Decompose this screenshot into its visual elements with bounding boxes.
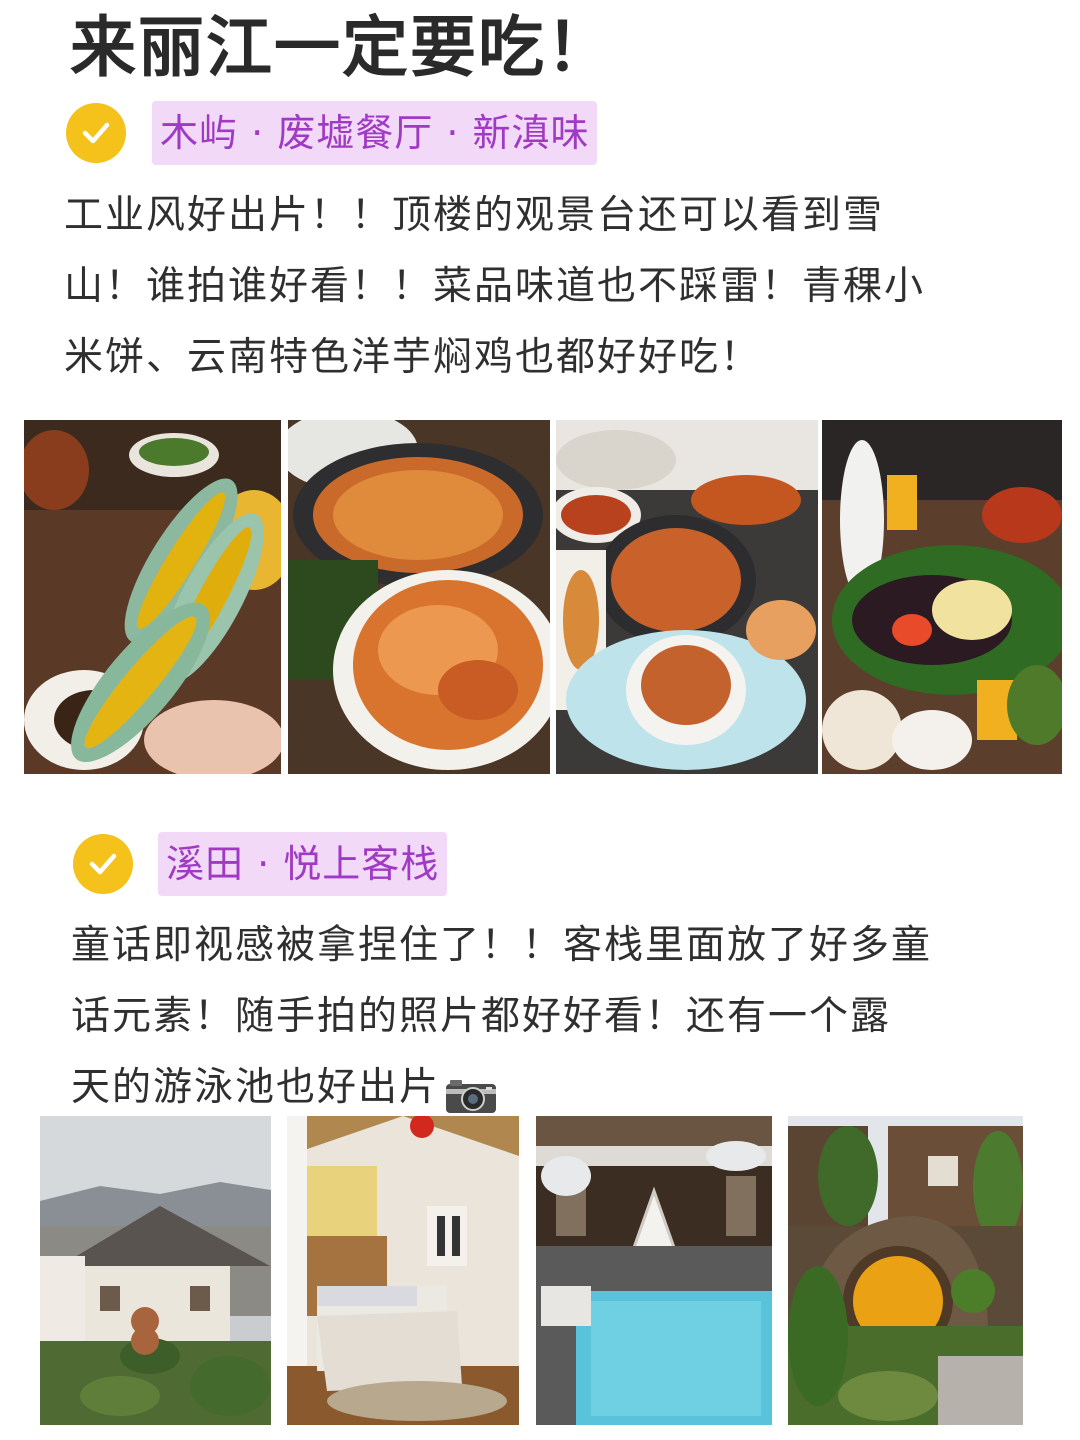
description-line: 米饼、云南特色洋芋焖鸡也都好好吃！ bbox=[64, 335, 762, 380]
section-tag-inn: 溪田 · 悦上客栈 bbox=[158, 832, 448, 896]
page-title: 来丽江一定要吃！ bbox=[70, 9, 614, 86]
photo-table-dishes[interactable] bbox=[556, 420, 818, 774]
description-line: 工业风好出片！！顶楼的观景台还可以看到雪 bbox=[64, 193, 885, 238]
photo-potato-chicken-wok[interactable] bbox=[288, 420, 550, 774]
check-icon bbox=[66, 103, 126, 163]
photo-green-flatbread[interactable] bbox=[24, 420, 281, 774]
photo-inn-garden[interactable] bbox=[40, 1116, 271, 1425]
photo-courtyard-pool[interactable] bbox=[536, 1116, 772, 1425]
description-line: 山！谁拍谁好看！！菜品味道也不踩雷！青稞小 bbox=[64, 264, 926, 309]
check-icon bbox=[73, 834, 133, 894]
section-tag-restaurant: 木屿 · 废墟餐厅 · 新滇味 bbox=[152, 101, 598, 165]
description-line-with-camera: 天的游泳池也好出片 bbox=[71, 1052, 932, 1123]
description-line: 天的游泳池也好出片 bbox=[71, 1065, 441, 1110]
description-line: 话元素！随手拍的照片都好好看！还有一个露 bbox=[71, 994, 892, 1039]
description-line: 童话即视感被拿捏住了！！客栈里面放了好多童 bbox=[71, 923, 933, 968]
photo-bedroom[interactable] bbox=[287, 1116, 519, 1425]
photo-banquet-platter[interactable] bbox=[822, 420, 1062, 774]
section-description-restaurant: 工业风好出片！！顶楼的观景台还可以看到雪 山！谁拍谁好看！！菜品味道也不踩雷！青… bbox=[64, 180, 925, 393]
camera-icon bbox=[444, 1067, 498, 1113]
photo-hobbit-door[interactable] bbox=[788, 1116, 1023, 1425]
section-description-inn: 童话即视感被拿捏住了！！客栈里面放了好多童 话元素！随手拍的照片都好好看！还有一… bbox=[71, 910, 932, 1123]
